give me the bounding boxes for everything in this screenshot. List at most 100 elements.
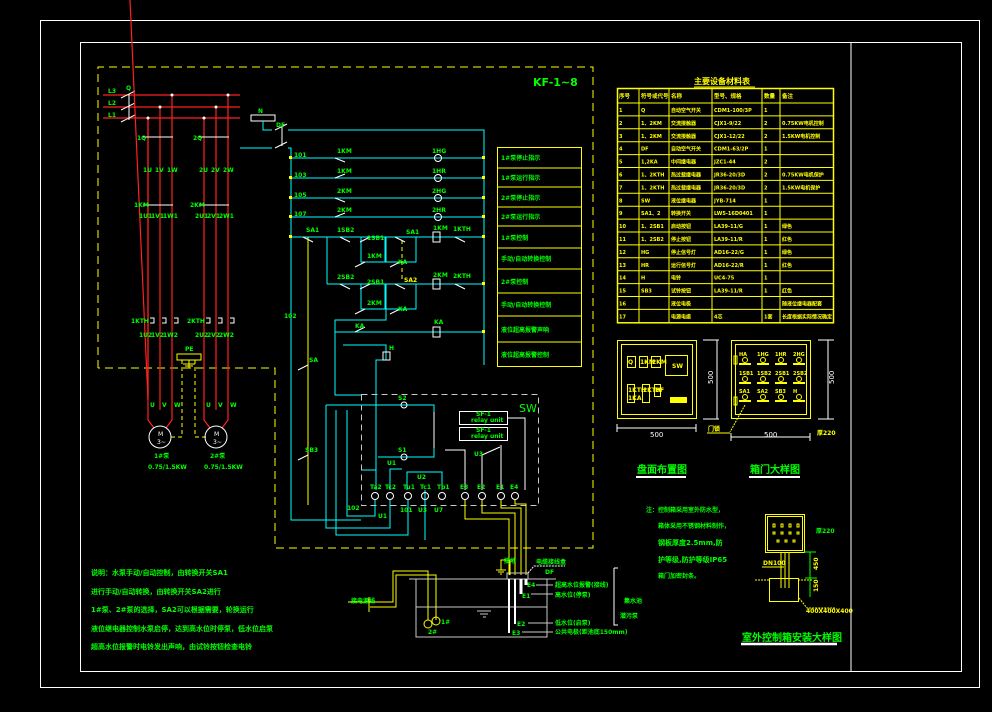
main-breaker-label: Q <box>126 85 131 92</box>
table-cell: 绿色 <box>782 223 792 230</box>
table-cell: 4芯 <box>714 313 722 320</box>
door-detail-drawing <box>707 339 834 441</box>
electrode-e1-code: E1 <box>522 593 530 600</box>
function-label: 1#泵停止指示 <box>501 154 540 162</box>
contact-1km-b: 1KM <box>337 168 352 175</box>
table-cell: 12 <box>619 250 626 256</box>
table-cell: 热过载继电器 <box>671 172 702 179</box>
thermal-2kth-contact-label: 2KTH <box>453 273 471 280</box>
table-cell: 转换开关 <box>671 210 691 217</box>
sw-terminal <box>497 492 505 500</box>
thout-1-w: 1W2 <box>163 332 178 339</box>
note-left-1: 说明：水泵手动/自动控制，由转换开关SA1 <box>91 568 228 577</box>
term-1-w: W <box>174 402 181 409</box>
table-cell: CJX1-9/22 <box>714 121 742 127</box>
table-cell: 1 <box>764 224 768 230</box>
control-circuit <box>240 114 485 521</box>
note-left-4: 液位继电器控制水泵启停，达到高水位时停泵，低水位启泵 <box>91 624 273 633</box>
door-height-dim: 500 <box>828 371 836 384</box>
table-cell: 交流接触器 <box>671 133 697 140</box>
mid-2-u: 2U <box>199 167 208 174</box>
ka-label-1: KA <box>398 259 408 266</box>
table-cell: 1 <box>764 108 768 114</box>
table-cell: SW <box>641 198 651 204</box>
motor-2-symbol-phase: 3~ <box>213 439 222 446</box>
lamp-1hr-label: 1HR <box>432 168 446 175</box>
hold-1km-label: 1KM <box>367 253 382 260</box>
table-cell: 0.75KW电机控制 <box>782 120 824 127</box>
motor-1-name: 1#泵 <box>154 452 170 460</box>
table-cell: 2 <box>764 134 768 140</box>
lamp-1hg-label: 1HG <box>432 148 446 155</box>
table-cell: JR36-20/3D <box>713 185 745 191</box>
lamp-2hr-label: 2HR <box>432 207 446 214</box>
function-label: 手动/自动转换控制 <box>501 301 551 309</box>
table-cell: 1,2KA <box>641 160 658 166</box>
table-cell: JYB-714 <box>713 198 736 204</box>
table-cell: 6 <box>619 173 623 179</box>
motor-2-symbol-m: M <box>214 431 219 438</box>
panel-device-1ka: 1KA <box>628 395 642 402</box>
phase-label-l2: L2 <box>108 100 116 107</box>
table-cell: 1、2SB1 <box>641 224 664 230</box>
sb3-label: SB3 <box>305 447 318 454</box>
lamp-2hg-label: 2HG <box>432 188 446 195</box>
sw-terminal-label: E3 <box>460 484 468 491</box>
table-cell: 2 <box>764 160 768 166</box>
door-device-label: 2SB2 <box>793 371 808 377</box>
table-cell: 电源电缆 <box>671 313 691 320</box>
panel-layout-drawing <box>616 339 719 432</box>
sw-terminal <box>386 492 394 500</box>
door-depth-label: 厚220 <box>817 429 836 437</box>
wire-101: 101 <box>294 152 307 159</box>
function-label: 手动/自动转换控制 <box>501 255 551 263</box>
contactor-2-label: 2KM <box>190 202 205 209</box>
door-lock-label: 门锁 <box>708 425 720 433</box>
hold-2km-label: 2KM <box>367 300 382 307</box>
table-cell: 5 <box>619 160 623 166</box>
table-cell: Q <box>641 108 645 114</box>
table-cell: 红色 <box>782 288 792 295</box>
relay-unit-1-text: relay unit <box>471 417 504 424</box>
table-cell: 运行信号灯 <box>671 262 696 269</box>
install-height-150: 150 <box>813 579 820 592</box>
term-1-v: V <box>162 402 167 409</box>
table-cell: CDM1-100/3P <box>714 108 752 114</box>
table-cell: 2 <box>764 173 768 179</box>
table-cell: 1套 <box>764 313 772 320</box>
table-cell: 2 <box>764 121 768 127</box>
cable-label: 接电源线 <box>350 597 375 605</box>
ka-label-2: KA <box>398 306 408 313</box>
sa-bottom-label: SA <box>309 357 318 364</box>
mid-1-v: 1V <box>155 167 164 174</box>
table-cell: 1 <box>764 198 768 204</box>
sw-terminal <box>478 492 486 500</box>
table-cell: 3 <box>619 134 623 140</box>
sw-terminal <box>404 492 412 500</box>
table-cell: 14 <box>619 276 626 282</box>
sw-terminal <box>511 492 519 500</box>
phase-label-l3: L3 <box>108 88 116 95</box>
table-cell: 停止按钮 <box>671 236 691 243</box>
note-right-4: 护等级,防护等级IP65 <box>658 555 727 564</box>
table-cell: 试铃按钮 <box>671 288 691 295</box>
table-cell: 16 <box>619 302 626 308</box>
table-cell: 15 <box>619 289 626 295</box>
thermal-1-label: 1KTH <box>131 318 149 325</box>
panel-device-2km: 2KM <box>652 359 667 366</box>
door-device-icon <box>796 357 802 363</box>
cabinet-model-label: KF-1~8 <box>533 76 578 89</box>
function-label: 2#泵控制 <box>501 278 528 286</box>
2sb2-label: 2SB2 <box>337 274 354 281</box>
table-cell: 1 <box>764 147 768 153</box>
mid-2-w: 2W <box>223 167 234 174</box>
note-right-3: 钢板厚度2.5mm,防 <box>658 538 723 547</box>
electrode-e4-code: E4 <box>527 582 535 589</box>
door-width-dim: 500 <box>764 431 777 439</box>
note-left-5: 超高水位报警时电铃发出声响，由试铃按钮检查电铃 <box>91 642 252 651</box>
pe-label: PE <box>185 346 194 353</box>
door-device-icon <box>742 357 748 363</box>
table-cell: 绿色 <box>782 249 792 256</box>
function-label: 2#泵运行指示 <box>501 213 540 221</box>
table-cell: CDM1-63/2P <box>714 147 749 153</box>
